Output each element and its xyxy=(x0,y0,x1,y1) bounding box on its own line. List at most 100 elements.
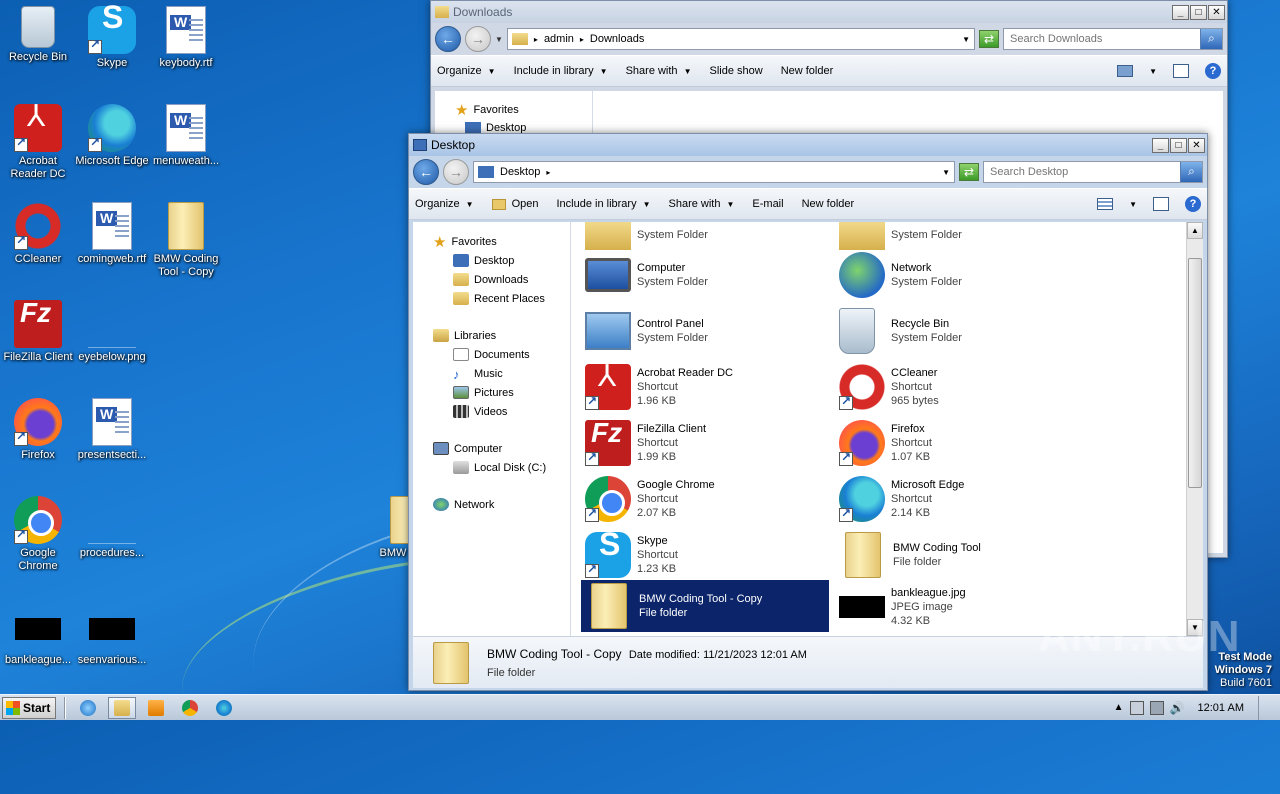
scroll-thumb[interactable] xyxy=(1188,258,1202,488)
preview-pane-icon[interactable] xyxy=(1153,197,1169,211)
new-folder-button[interactable]: New folder xyxy=(781,65,834,77)
open-button[interactable]: Open xyxy=(491,198,538,210)
desktop-icon-seenvarious[interactable]: seenvarious... xyxy=(74,604,150,667)
slide-show-button[interactable]: Slide show xyxy=(709,65,762,77)
search-input[interactable] xyxy=(990,166,1180,178)
file-item-skype[interactable]: Skype Shortcut 1.23 KB xyxy=(581,528,829,582)
clock[interactable]: 12:01 AM xyxy=(1198,702,1244,714)
nav-downloads[interactable]: Downloads xyxy=(413,270,570,289)
help-icon[interactable]: ? xyxy=(1185,196,1201,212)
close-button[interactable]: ✕ xyxy=(1188,137,1205,153)
address-bar[interactable]: Desktop ▸ ▼ xyxy=(473,161,955,183)
desktop-icon-menuweath[interactable]: menuweath... xyxy=(148,104,224,168)
desktop-icon-bmw-partial[interactable]: BMW xyxy=(376,496,410,560)
refresh-button[interactable]: ⇄ xyxy=(979,30,999,48)
file-item-computer[interactable]: Computer System Folder xyxy=(581,248,829,302)
downloads-titlebar[interactable]: Downloads _ □ ✕ xyxy=(431,1,1227,23)
nav-desktop[interactable]: Desktop xyxy=(413,251,570,270)
file-item-chrome[interactable]: Google Chrome Shortcut 2.07 KB xyxy=(581,472,829,526)
desktop-icon-bankleague[interactable]: bankleague... xyxy=(0,604,76,667)
taskbar-chrome[interactable] xyxy=(176,697,204,719)
new-folder-button[interactable]: New folder xyxy=(802,198,855,210)
view-options-icon[interactable] xyxy=(1117,65,1134,77)
file-item-filezilla[interactable]: FileZilla Client Shortcut 1.99 KB xyxy=(581,416,829,470)
email-button[interactable]: E-mail xyxy=(752,198,783,210)
desktop-icon-firefox[interactable]: Firefox xyxy=(0,398,76,462)
breadcrumb-item[interactable]: Desktop xyxy=(500,166,540,178)
file-item-control-panel[interactable]: Control Panel System Folder xyxy=(581,304,829,358)
help-icon[interactable]: ? xyxy=(1205,63,1221,79)
taskbar-ie[interactable] xyxy=(74,697,102,719)
file-item-bmw-coding-tool[interactable]: BMW Coding Tool File folder xyxy=(835,528,1083,582)
search-icon[interactable]: ⌕ xyxy=(1200,29,1222,49)
desktop-icon-acrobat[interactable]: Acrobat Reader DC xyxy=(0,104,76,181)
file-item-recycle-bin[interactable]: Recycle Bin System Folder xyxy=(835,304,1083,358)
desktop-titlebar[interactable]: Desktop _ □ ✕ xyxy=(409,134,1207,156)
action-center-icon[interactable] xyxy=(1129,700,1144,715)
file-item-bmw-coding-tool-copy[interactable]: BMW Coding Tool - Copy File folder xyxy=(581,580,829,632)
search-box[interactable]: ⌕ xyxy=(1003,28,1223,50)
desktop-icon-bmw-copy[interactable]: BMW Coding Tool - Copy xyxy=(148,202,224,279)
scroll-up-arrow-icon[interactable]: ▲ xyxy=(1187,222,1203,239)
desktop-icon-ccleaner[interactable]: CCleaner xyxy=(0,202,76,266)
file-item-ccleaner[interactable]: CCleaner Shortcut 965 bytes xyxy=(835,360,1083,414)
minimize-button[interactable]: _ xyxy=(1172,4,1189,20)
view-dropdown-icon[interactable]: ▼ xyxy=(1149,67,1157,76)
desktop-icon-recycle-bin[interactable]: Recycle Bin xyxy=(0,6,76,64)
volume-icon[interactable]: 🔊 xyxy=(1170,701,1185,715)
nav-documents[interactable]: Documents xyxy=(413,345,570,364)
nav-libraries[interactable]: Libraries xyxy=(413,326,570,345)
file-item-edge[interactable]: Microsoft Edge Shortcut 2.14 KB xyxy=(835,472,1083,526)
show-desktop-button[interactable] xyxy=(1258,695,1272,720)
view-dropdown-icon[interactable]: ▼ xyxy=(1129,200,1137,209)
maximize-button[interactable]: □ xyxy=(1190,4,1207,20)
refresh-button[interactable]: ⇄ xyxy=(959,163,979,181)
forward-button[interactable]: → xyxy=(465,26,491,52)
nav-music[interactable]: ♪ Music xyxy=(413,364,570,383)
taskbar-media-player[interactable] xyxy=(142,697,170,719)
desktop-icon-eyebelow[interactable]: eyebelow.png xyxy=(74,300,150,364)
organize-menu[interactable]: Organize ▼ xyxy=(415,198,474,210)
file-item-firefox[interactable]: Firefox Shortcut 1.07 KB xyxy=(835,416,1083,470)
desktop-icon-chrome[interactable]: Google Chrome xyxy=(0,496,76,573)
search-box[interactable]: ⌕ xyxy=(983,161,1203,183)
desktop-icon-keybody[interactable]: keybody.rtf xyxy=(148,6,224,70)
desktop-window[interactable]: Desktop _ □ ✕ ← → Desktop ▸ ▼ ⇄ ⌕ Organi… xyxy=(408,133,1208,691)
share-with-menu[interactable]: Share with ▼ xyxy=(626,65,692,77)
close-button[interactable]: ✕ xyxy=(1208,4,1225,20)
taskbar-edge[interactable] xyxy=(210,697,238,719)
vertical-scrollbar[interactable]: ▲ ▼ xyxy=(1186,222,1203,636)
organize-menu[interactable]: Organize ▼ xyxy=(437,65,496,77)
desktop-icon-procedures[interactable]: procedures... xyxy=(74,496,150,560)
network-tray-icon[interactable] xyxy=(1149,700,1164,715)
desktop-icon-edge[interactable]: Microsoft Edge xyxy=(74,104,150,168)
address-dropdown-icon[interactable]: ▼ xyxy=(942,168,950,177)
forward-button[interactable]: → xyxy=(443,159,469,185)
maximize-button[interactable]: □ xyxy=(1170,137,1187,153)
address-bar[interactable]: ▸ admin ▸ Downloads ▼ xyxy=(506,28,975,50)
nav-network[interactable]: Network xyxy=(413,495,570,514)
breadcrumb-item[interactable]: admin xyxy=(544,33,574,45)
search-icon[interactable]: ⌕ xyxy=(1180,162,1202,182)
tray-expand-icon[interactable]: ▲ xyxy=(1114,702,1124,713)
address-dropdown-icon[interactable]: ▼ xyxy=(962,35,970,44)
nav-pictures[interactable]: Pictures xyxy=(413,383,570,402)
share-with-menu[interactable]: Share with ▼ xyxy=(669,198,735,210)
include-in-library-menu[interactable]: Include in library ▼ xyxy=(514,65,608,77)
breadcrumb-item[interactable]: Downloads xyxy=(590,33,644,45)
nav-favorites[interactable]: ★ Favorites xyxy=(413,232,570,251)
back-button[interactable]: ← xyxy=(413,159,439,185)
search-input[interactable] xyxy=(1010,33,1200,45)
desktop-icon-skype[interactable]: Skype xyxy=(74,6,150,70)
view-options-icon[interactable] xyxy=(1097,198,1114,210)
taskbar-explorer[interactable] xyxy=(108,696,136,719)
nav-local-disk[interactable]: Local Disk (C:) xyxy=(413,458,570,477)
recent-pages-dropdown[interactable]: ▼ xyxy=(495,35,503,44)
desktop-icon-filezilla[interactable]: FileZilla Client xyxy=(0,300,76,364)
desktop-icon-presentsecti[interactable]: presentsecti... xyxy=(74,398,150,462)
file-item-acrobat[interactable]: Acrobat Reader DC Shortcut 1.96 KB xyxy=(581,360,829,414)
include-in-library-menu[interactable]: Include in library ▼ xyxy=(556,198,650,210)
nav-computer[interactable]: Computer xyxy=(413,439,570,458)
nav-favorites[interactable]: ★ Favorites xyxy=(455,101,592,119)
nav-recent-places[interactable]: Recent Places xyxy=(413,289,570,308)
